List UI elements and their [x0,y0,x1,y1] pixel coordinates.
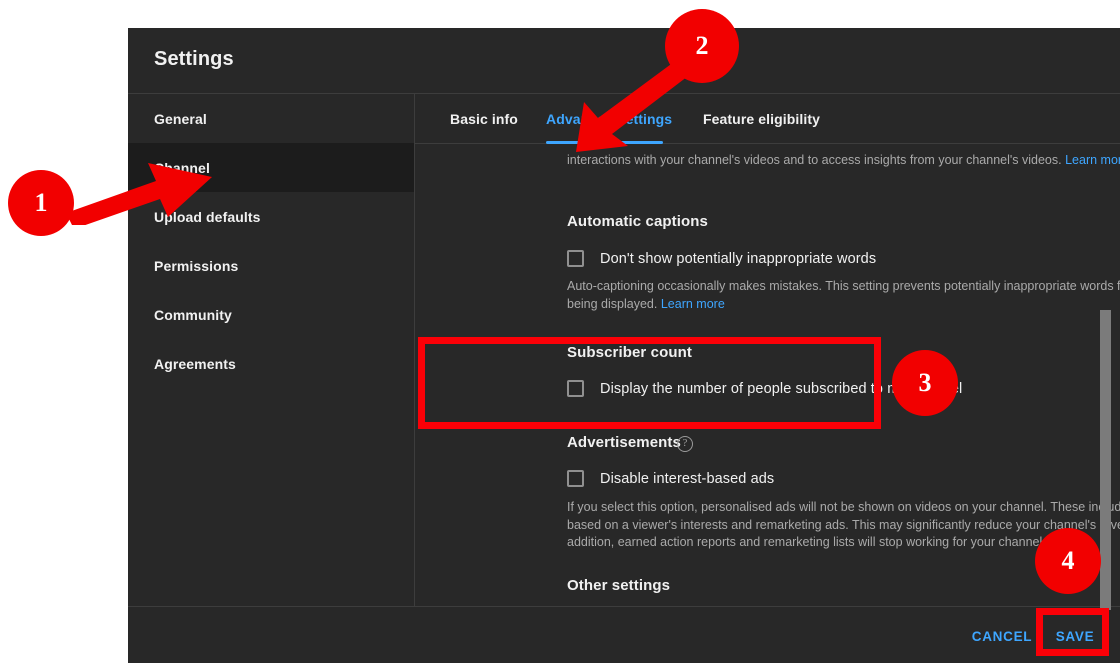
tab-label: Feature eligibility [703,111,821,127]
badge-number: 4 [1061,546,1075,575]
clipped-paragraph: interactions with your channel's videos … [567,152,1120,169]
annotation-badge-4: 4 [1035,528,1101,594]
section-title-advertisements: Advertisements [567,434,681,451]
learn-more-link[interactable]: Learn more [1065,153,1120,167]
badge-number: 3 [918,368,932,397]
section-title-other-settings: Other settings [567,577,671,594]
helper-text-advertisements: If you select this option, personalised … [567,500,1120,549]
checkbox-row-disable-interest-based-ads[interactable]: Disable interest-based ads [567,470,774,487]
annotation-badge-2: 2 [665,9,739,83]
tab-label: Basic info [450,111,518,127]
screenshot-root: Settings General Channel Upload defaults… [0,0,1120,663]
sidebar-item-label: Agreements [154,355,236,372]
dialog-footer: CANCEL SAVE [128,606,1120,663]
checkbox-disable-interest-based-ads[interactable] [567,470,584,487]
annotation-badge-3: 3 [892,350,958,416]
helper-text: Auto-captioning occasionally makes mista… [567,279,1120,311]
vertical-scrollbar-thumb[interactable] [1100,310,1111,610]
tab-bar: Basic info Advanced settings Feature eli… [415,94,1120,144]
question-mark-circle-icon[interactable]: ? [677,436,693,452]
page-title: Settings [154,48,234,70]
sidebar-item-permissions[interactable]: Permissions [128,241,414,290]
sidebar-item-agreements[interactable]: Agreements [128,339,414,388]
annotation-arrow-1 [66,163,212,225]
learn-more-link[interactable]: Learn more [661,297,725,311]
checkbox-label: Disable interest-based ads [600,470,775,487]
section-title-automatic-captions: Automatic captions [567,213,708,230]
checkbox-inappropriate-words[interactable] [567,250,584,267]
helper-text-automatic-captions: Auto-captioning occasionally makes mista… [567,278,1120,313]
tab-basic-info[interactable]: Basic info [450,94,518,144]
sidebar-item-label: Community [154,306,232,323]
highlight-box-save-button [1036,608,1109,656]
sidebar-item-label: Permissions [154,257,239,274]
badge-number: 1 [34,188,48,217]
checkbox-row-inappropriate-words[interactable]: Don't show potentially inappropriate wor… [567,250,876,267]
sidebar-item-general[interactable]: General [128,94,414,143]
highlight-box-subscriber-count [418,337,881,429]
badge-number: 2 [695,31,709,60]
cancel-button[interactable]: CANCEL [966,620,1038,652]
annotation-badge-1: 1 [8,170,74,236]
sidebar-item-label: General [154,110,207,127]
tab-feature-eligibility[interactable]: Feature eligibility [703,94,820,144]
checkbox-label: Don't show potentially inappropriate wor… [600,250,877,267]
clipped-paragraph-text: interactions with your channel's videos … [567,153,1062,167]
sidebar-item-community[interactable]: Community [128,290,414,339]
